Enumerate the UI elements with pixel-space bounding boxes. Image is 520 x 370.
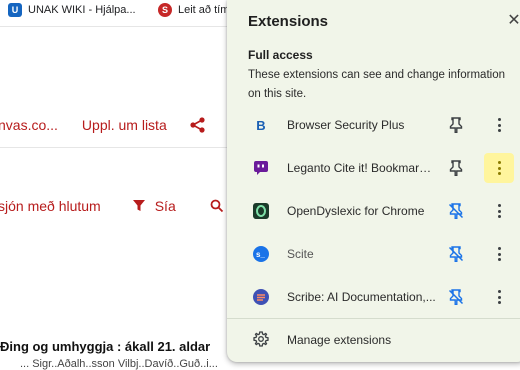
scite-icon: s_ <box>253 246 269 262</box>
extension-name: Scite <box>287 247 314 261</box>
result-authors: ... Sigr..Aðalh..sson Vilbj..Davíð..Guð.… <box>20 358 218 370</box>
more-vert-icon <box>497 161 501 175</box>
filter-button[interactable]: Sía <box>155 198 176 214</box>
pin-off-icon <box>448 246 464 262</box>
pin-button[interactable] <box>445 157 467 179</box>
pin-off-icon <box>448 289 464 305</box>
more-vert-icon <box>497 290 501 304</box>
pin-icon <box>449 160 463 176</box>
scribe-icon <box>253 289 269 305</box>
result-title[interactable]: Ðing og umhyggja : ákall 21. aldar <box>0 339 210 354</box>
unpin-button[interactable] <box>445 243 467 265</box>
unpin-button[interactable] <box>445 286 467 308</box>
extension-row-leganto-cite[interactable]: Leganto Cite it! Bookmarki... <box>227 151 520 185</box>
search-icon[interactable] <box>210 199 224 213</box>
close-icon: ✕ <box>507 12 520 29</box>
filter-icon[interactable] <box>132 200 145 212</box>
unpin-button[interactable] <box>445 200 467 222</box>
section-title: Full access <box>248 48 313 62</box>
extension-name: Scribe: AI Documentation,... <box>287 290 436 304</box>
pin-icon <box>449 117 463 133</box>
extension-row-scite[interactable]: s_ Scite <box>227 237 520 271</box>
more-actions-button[interactable] <box>484 110 514 140</box>
filter-row: sjón með hlutum Sía <box>0 198 224 214</box>
unak-favicon-icon: U <box>8 3 22 17</box>
tab-unak-wiki[interactable]: U UNAK WIKI - Hjálpa... <box>8 0 136 20</box>
pin-button[interactable] <box>445 114 467 136</box>
section-description: These extensions can see and change info… <box>248 69 505 100</box>
tab-label: UNAK WIKI - Hjálpa... <box>28 4 136 16</box>
upload-info-link[interactable]: Uppl. um lista <box>82 117 167 133</box>
opendyslexic-icon <box>253 203 269 219</box>
extension-name: OpenDyslexic for Chrome <box>287 204 425 218</box>
tab-leit[interactable]: S Leit að tím <box>158 0 229 20</box>
more-vert-icon <box>497 247 501 261</box>
extensions-popup: Extensions ✕ Full access These extension… <box>227 0 520 362</box>
close-button[interactable]: ✕ <box>504 10 520 30</box>
extension-row-scribe[interactable]: Scribe: AI Documentation,... <box>227 280 520 314</box>
item-link[interactable]: nvas.co... <box>0 117 58 133</box>
share-icon[interactable] <box>189 116 207 134</box>
manage-extensions-label: Manage extensions <box>287 333 392 347</box>
leganto-cite-icon <box>253 160 269 176</box>
gear-icon <box>253 331 269 347</box>
more-vert-icon <box>497 204 501 218</box>
item-actions-row: nvas.co... Uppl. um lista <box>0 116 207 134</box>
more-actions-button[interactable] <box>484 153 514 183</box>
manage-extensions-button[interactable]: Manage extensions <box>227 324 520 356</box>
more-actions-button[interactable] <box>484 282 514 312</box>
more-vert-icon <box>497 118 501 132</box>
extension-row-browser-security-plus[interactable]: B Browser Security Plus <box>227 108 520 142</box>
more-actions-button[interactable] <box>484 196 514 226</box>
extension-name: Leganto Cite it! Bookmarki... <box>287 161 437 175</box>
tab-label: Leit að tím <box>178 4 230 16</box>
more-actions-button[interactable] <box>484 239 514 269</box>
footer-divider <box>227 318 520 319</box>
extension-name: Browser Security Plus <box>287 118 405 132</box>
view-with-items-link[interactable]: sjón með hlutum <box>0 198 101 214</box>
browser-security-plus-icon: B <box>256 117 266 133</box>
popup-title: Extensions <box>248 13 329 30</box>
extension-row-opendyslexic[interactable]: OpenDyslexic for Chrome <box>227 194 520 228</box>
red-s-favicon-icon: S <box>158 3 172 17</box>
svg-text:s_: s_ <box>256 250 265 259</box>
pin-off-icon <box>448 203 464 219</box>
